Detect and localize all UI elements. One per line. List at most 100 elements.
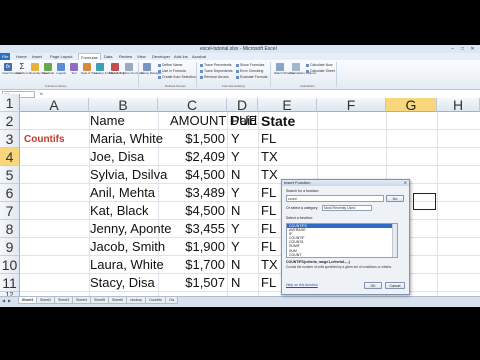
countifs-label[interactable]: Countifs bbox=[24, 131, 65, 149]
use-in-formula-button[interactable]: Use in Formula bbox=[158, 69, 186, 74]
insert-function-button[interactable]: fx Insert Function bbox=[2, 63, 22, 76]
sheet-tab-vlookup[interactable]: vlookup bbox=[126, 297, 147, 304]
remove-arrows-button[interactable]: Remove Arrows bbox=[200, 75, 229, 80]
help-on-function-link[interactable]: Help on this function bbox=[286, 283, 318, 287]
tab-data[interactable]: Data bbox=[102, 53, 114, 60]
recently-used-button[interactable]: Recently Used bbox=[29, 63, 49, 76]
cell-state[interactable]: FL bbox=[261, 184, 276, 202]
tab-view[interactable]: View bbox=[135, 53, 148, 60]
first-sheet-arrow-icon[interactable]: ◀ bbox=[2, 298, 5, 303]
sheet-tab-sheet4[interactable]: Sheet4 bbox=[72, 297, 92, 304]
tab-acrobat[interactable]: Acrobat bbox=[190, 53, 208, 60]
row-header-2[interactable]: 2 bbox=[0, 112, 20, 130]
sheet-tab-sheet6[interactable]: Sheet6 bbox=[108, 297, 128, 304]
financial-button[interactable]: Financial bbox=[42, 63, 54, 76]
cell-amount[interactable]: $4,500 bbox=[158, 202, 225, 220]
last-sheet-arrow-icon[interactable]: ▶ bbox=[8, 298, 11, 303]
row-header-11[interactable]: 11 bbox=[0, 274, 20, 292]
cell-amount[interactable]: $1,700 bbox=[158, 256, 225, 274]
cell-amount[interactable]: $3,455 bbox=[158, 220, 225, 238]
lookup-reference-button[interactable]: Lookup & Reference bbox=[94, 63, 121, 76]
calculate-sheet-button[interactable]: Calculate Sheet bbox=[306, 69, 335, 74]
cell-state[interactable]: TX bbox=[261, 256, 278, 274]
category-select[interactable]: Most Recently Used bbox=[322, 205, 372, 211]
tab-home[interactable]: Home bbox=[14, 53, 29, 60]
math-trig-button[interactable]: Math & Trig bbox=[109, 63, 124, 76]
cancel-button[interactable]: Cancel bbox=[385, 282, 405, 289]
cell-paid[interactable]: Y bbox=[231, 148, 240, 166]
text-button[interactable]: Text bbox=[68, 63, 80, 76]
header-paid[interactable]: Paid bbox=[231, 112, 257, 130]
go-button[interactable]: Go bbox=[386, 195, 404, 202]
watch-window-button[interactable]: Watch Window bbox=[274, 63, 294, 76]
error-checking-button[interactable]: Error Checking bbox=[236, 69, 263, 74]
sheet-tab-sheet1[interactable]: Sheet1 bbox=[18, 297, 38, 304]
function-list[interactable]: COUNTIFS AVERAGE IF COUNTIF COUNTA SUMIF… bbox=[286, 223, 398, 258]
ok-button[interactable]: OK bbox=[364, 282, 382, 289]
cell-paid[interactable]: N bbox=[231, 166, 240, 184]
tab-insert[interactable]: Insert bbox=[30, 53, 44, 60]
cell-amount[interactable]: $1,900 bbox=[158, 238, 225, 256]
column-header-d[interactable]: D bbox=[227, 98, 258, 112]
tab-developer[interactable]: Developer bbox=[150, 53, 172, 60]
row-header-4[interactable]: 4 bbox=[0, 148, 20, 166]
cell-paid[interactable]: N bbox=[231, 202, 240, 220]
function-item-count[interactable]: COUNT bbox=[287, 253, 397, 257]
evaluate-formula-button[interactable]: Evaluate Formula bbox=[236, 75, 267, 80]
sheet-tab-sheet5[interactable]: Sheet5 bbox=[90, 297, 110, 304]
column-header-f[interactable]: F bbox=[317, 98, 386, 112]
active-cell-g4[interactable] bbox=[413, 193, 436, 210]
cell-state[interactable]: FL bbox=[261, 130, 276, 148]
cell-name[interactable]: Sylvia, Dsilva bbox=[90, 166, 167, 184]
more-functions-button[interactable]: More Functions bbox=[123, 63, 144, 76]
close-window-button[interactable]: ✕ bbox=[468, 46, 477, 52]
cell-paid[interactable]: N bbox=[231, 256, 240, 274]
cell-state[interactable]: TX bbox=[261, 166, 278, 184]
autosum-button[interactable]: Σ AutoSum bbox=[16, 63, 28, 76]
sheet-tab-sheet3[interactable]: Sheet3 bbox=[54, 297, 74, 304]
minimize-button[interactable]: – bbox=[448, 46, 457, 52]
row-header-8[interactable]: 8 bbox=[0, 220, 20, 238]
column-header-g[interactable]: G bbox=[386, 98, 437, 112]
cell-amount[interactable]: $1,500 bbox=[158, 130, 225, 148]
tab-file[interactable]: File bbox=[0, 53, 11, 60]
cell-paid[interactable]: Y bbox=[231, 184, 240, 202]
header-state[interactable]: State bbox=[261, 112, 295, 130]
column-header-a[interactable]: A bbox=[20, 98, 89, 112]
cell-name[interactable]: Jacob, Smith bbox=[90, 238, 165, 256]
cell-state[interactable]: FL bbox=[261, 202, 276, 220]
row-header-3[interactable]: 3 bbox=[0, 130, 20, 148]
show-formulas-button[interactable]: Show Formulas bbox=[236, 63, 264, 68]
calculation-options-button[interactable]: Calculation Options bbox=[290, 63, 316, 76]
maximize-button[interactable]: □ bbox=[458, 46, 467, 52]
cell-paid[interactable]: N bbox=[231, 274, 240, 292]
dialog-close-icon[interactable]: ✕ bbox=[404, 180, 407, 186]
column-header-c[interactable]: C bbox=[158, 98, 227, 112]
column-header-e[interactable]: E bbox=[258, 98, 317, 112]
cell-paid[interactable]: Y bbox=[231, 130, 240, 148]
cell-state[interactable]: FL bbox=[261, 238, 276, 256]
cell-state[interactable]: TX bbox=[261, 148, 278, 166]
trace-dependents-button[interactable]: Trace Dependents bbox=[200, 69, 233, 74]
row-header-1[interactable]: 1 bbox=[0, 94, 20, 112]
cell-amount[interactable]: $4,500 bbox=[158, 166, 225, 184]
name-manager-button[interactable]: Name Manager bbox=[141, 63, 162, 76]
function-search-input[interactable]: count bbox=[286, 195, 384, 202]
row-header-6[interactable]: 6 bbox=[0, 184, 20, 202]
sheet-tab-cts[interactable]: Cts bbox=[165, 297, 179, 304]
tab-add-ins[interactable]: Add-Ins bbox=[172, 53, 190, 60]
cell-state[interactable]: FL bbox=[261, 220, 276, 238]
sheet-tab-countifs[interactable]: Countifs bbox=[145, 297, 166, 304]
cell-name[interactable]: Maria, White bbox=[90, 130, 163, 148]
date-time-button[interactable]: Date & Time bbox=[81, 63, 98, 76]
cell-amount[interactable]: $3,489 bbox=[158, 184, 225, 202]
cell-name[interactable]: Stacy, Disa bbox=[90, 274, 155, 292]
fx-icon[interactable]: fx bbox=[40, 91, 43, 97]
define-name-button[interactable]: Define Name bbox=[158, 63, 182, 68]
create-from-selection-button[interactable]: Create from Selection bbox=[158, 75, 196, 80]
row-header-10[interactable]: 10 bbox=[0, 256, 20, 274]
cell-name[interactable]: Kat, Black bbox=[90, 202, 149, 220]
cell-paid[interactable]: Y bbox=[231, 220, 240, 238]
cell-name[interactable]: Anil, Mehta bbox=[90, 184, 155, 202]
logical-button[interactable]: Logical bbox=[55, 63, 67, 76]
